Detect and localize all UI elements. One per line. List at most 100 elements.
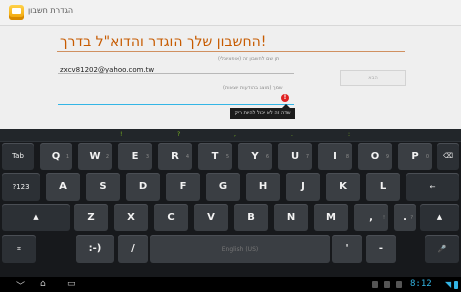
key-dash-label: - [378,243,384,254]
key-period[interactable]: .? [394,204,416,231]
key-tab[interactable]: Tab [2,143,34,170]
key-h-label: H [258,181,268,192]
page-heading: החשבון שלך הוגדר והדוא"ל בדרך! [60,34,267,50]
key-d[interactable]: D [126,173,160,201]
suggestion-item[interactable]: ! [120,131,122,138]
key-t-label: T [211,151,219,162]
status-clock: 8:12 [410,279,432,289]
key-shift-right[interactable]: ▲ [420,204,459,231]
key-symbols-label: ?123 [12,183,30,191]
title-bar: הגדרת חשבון [0,0,461,26]
suggestion-item[interactable]: : [348,131,350,138]
key-j[interactable]: J [286,173,320,201]
key-enter[interactable]: ← [406,173,459,201]
key-slash-label: / [131,243,135,254]
key-r-hint: 4 [185,154,189,160]
key-smiley[interactable]: :-) [76,235,114,263]
key-smiley-label: :-) [88,243,102,254]
key-k[interactable]: K [326,173,360,201]
key-mic-label: 🎤 [437,245,447,253]
key-shift-left[interactable]: ▲ [2,204,70,231]
key-backspace-label: ⌫ [443,152,453,160]
key-p[interactable]: P0 [398,143,432,170]
key-space[interactable]: English (US) [150,235,330,263]
key-o-hint: 9 [385,154,389,160]
key-e-hint: 3 [145,154,149,160]
account-name-label: תן שם לחשבון זה (אופציונלי) [218,56,280,62]
key-r-label: R [171,151,179,162]
key-f[interactable]: F [166,173,200,201]
suggestion-bar: ! ? , . : [0,129,461,142]
key-r[interactable]: R4 [158,143,192,170]
key-l[interactable]: L [366,173,400,201]
system-navigation-bar: ﹀ ⌂ ▭ 8:12 ◥ [0,277,461,292]
lock-icon [384,281,390,288]
key-y[interactable]: Y6 [238,143,272,170]
key-apostrophe[interactable]: ' [332,235,362,263]
key-f-label: F [179,181,187,192]
key-s[interactable]: S [86,173,120,201]
key-u-hint: 7 [305,154,309,160]
key-a-label: A [59,181,67,192]
key-y-label: Y [251,151,259,162]
wifi-icon: ◥ [445,280,452,289]
suggestion-item[interactable]: . [291,131,293,138]
next-button[interactable]: הבא [340,70,406,86]
window-title: הגדרת חשבון [28,6,74,15]
recent-apps-icon[interactable]: ▭ [67,279,76,289]
key-apostrophe-label: ' [345,243,349,254]
key-i-hint: 8 [345,154,349,160]
key-backspace[interactable]: ⌫ [437,143,459,170]
key-period-hint: ? [410,215,413,221]
your-name-field[interactable] [58,104,294,105]
key-g[interactable]: G [206,173,240,201]
key-u[interactable]: U7 [278,143,312,170]
key-w[interactable]: W2 [78,143,112,170]
key-t[interactable]: T5 [198,143,232,170]
key-p-label: P [411,151,419,162]
key-n[interactable]: N [274,204,308,231]
key-c[interactable]: C [154,204,188,231]
key-symbols[interactable]: ?123 [2,173,40,201]
key-h[interactable]: H [246,173,280,201]
key-g-label: G [218,181,228,192]
key-y-hint: 6 [265,154,269,160]
back-icon[interactable]: ﹀ [16,279,25,292]
suggestion-item[interactable]: ? [177,131,180,138]
key-b[interactable]: B [234,204,268,231]
key-o[interactable]: O9 [358,143,392,170]
key-tab-label: Tab [12,152,24,160]
key-b-label: B [247,212,255,223]
key-c-label: C [167,212,175,223]
key-m[interactable]: M [314,204,348,231]
your-name-label: שמך (מוצג בהודעות יוצאות) [223,85,283,91]
suggestion-item[interactable]: , [234,131,236,138]
key-o-label: O [370,151,380,162]
notification-icon [372,281,378,288]
key-e[interactable]: E3 [118,143,152,170]
key-mic[interactable]: 🎤 [425,235,459,263]
key-x[interactable]: X [114,204,148,231]
key-j-label: J [301,181,305,192]
key-shift-right-label: ▲ [436,213,443,221]
key-comma-hint: ! [382,215,385,221]
key-dash[interactable]: - [366,235,396,263]
key-e-label: E [131,151,139,162]
key-z[interactable]: Z [74,204,108,231]
account-name-underline [58,73,294,74]
key-x-label: X [127,212,135,223]
key-i[interactable]: I8 [318,143,352,170]
soft-keyboard: ! ? , . : Tab Q 1 W 2 E 3 R 4 T 5 Y 6 U 7 I 8 O 9 P 0 ⌫ ?123 A S… [0,129,461,277]
key-z-label: Z [87,212,95,223]
key-p-hint: 0 [425,154,429,160]
home-icon[interactable]: ⌂ [40,279,46,289]
key-s-label: S [99,181,107,192]
key-a[interactable]: A [46,173,80,201]
key-v[interactable]: V [194,204,228,231]
key-q[interactable]: Q1 [40,143,72,170]
key-shift-left-label: ▲ [33,213,39,221]
key-slash[interactable]: / [118,235,148,263]
key-settings[interactable]: ⌗ [2,235,36,263]
key-comma-label: , [369,212,373,223]
key-comma[interactable]: ,! [354,204,388,231]
